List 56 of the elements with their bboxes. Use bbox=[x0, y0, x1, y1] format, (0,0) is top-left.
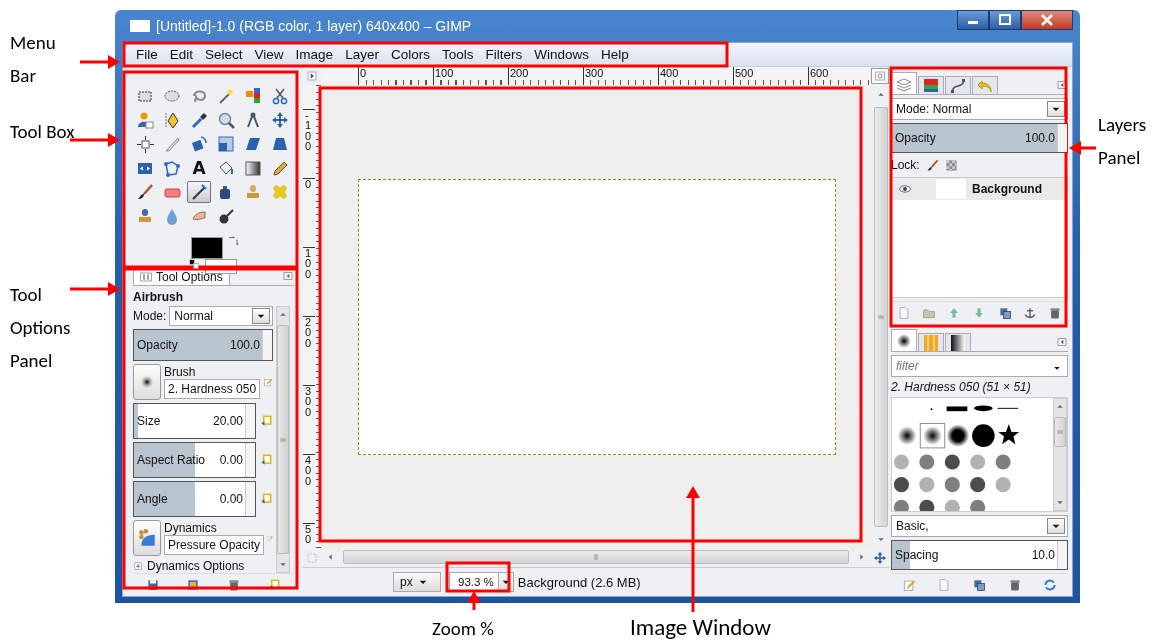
ruler-label: -100 bbox=[305, 110, 312, 152]
layer-name: Background bbox=[972, 182, 1042, 196]
ruler-label: 400 bbox=[305, 455, 312, 487]
menu-item[interactable]: Layer bbox=[344, 47, 380, 62]
mode-dropdown[interactable]: Mode: Normal bbox=[891, 98, 1068, 120]
ruler-label: 300 bbox=[585, 67, 604, 79]
ruler-label: 0 bbox=[360, 67, 367, 79]
tag-dropdown[interactable]: Basic, bbox=[891, 515, 1068, 537]
brush-name: 2. Hardness 050 (51 × 51) bbox=[891, 380, 1032, 394]
menu-item[interactable]: Colors bbox=[389, 47, 431, 62]
menu-item[interactable]: Edit bbox=[168, 47, 195, 62]
tool-name: Airbrush bbox=[133, 290, 184, 304]
filter-field[interactable]: filter bbox=[891, 355, 1068, 377]
menu-item[interactable]: File bbox=[135, 47, 159, 62]
ruler-label: 400 bbox=[660, 67, 679, 79]
window-title: [Untitled]-1.0 (RGB color, 1 layer) 640x400 – GIMP bbox=[156, 18, 473, 34]
dynamics-field[interactable]: Pressure Opacity bbox=[164, 535, 265, 555]
ruler-label: 500 bbox=[735, 67, 754, 79]
slider[interactable]: Aspect Ratio 0.00 bbox=[133, 442, 256, 478]
brush-field[interactable]: 2. Hardness 050 bbox=[164, 379, 261, 399]
ruler-label: 50 bbox=[305, 524, 312, 545]
layer-row[interactable]: Background bbox=[892, 178, 1067, 200]
ruler-label: 600 bbox=[810, 67, 829, 79]
ruler-label: 100 bbox=[305, 248, 312, 280]
mode-label: Mode: bbox=[133, 309, 167, 323]
opacity-slider[interactable]: Opacity 100.0 bbox=[133, 329, 273, 361]
field-label: Brush bbox=[164, 365, 197, 379]
callout-label: Image Window bbox=[630, 613, 772, 641]
ruler-label: 200 bbox=[510, 67, 529, 79]
menu-item[interactable]: Windows bbox=[533, 47, 590, 62]
menu-item[interactable]: Filters bbox=[484, 47, 524, 62]
callout-label: Tool Box bbox=[10, 119, 76, 145]
opacity-slider[interactable]: Opacity 100.0 bbox=[891, 123, 1068, 153]
menu-item[interactable]: Tools bbox=[440, 47, 475, 62]
ruler-label: 200 bbox=[305, 317, 312, 349]
menu-item[interactable]: View bbox=[253, 47, 285, 62]
callout-label: Layers Panel bbox=[1098, 112, 1148, 171]
mode-dropdown[interactable]: Normal bbox=[169, 306, 273, 326]
callout-label: Menu Bar bbox=[10, 30, 57, 89]
ruler-label: 0 bbox=[305, 179, 312, 190]
spacing-slider[interactable]: Spacing 10.0 bbox=[891, 540, 1068, 570]
expander-label[interactable]: Dynamics Options bbox=[147, 559, 245, 573]
status-text: Background (2.6 MB) bbox=[517, 574, 641, 590]
menu-item[interactable]: Help bbox=[599, 47, 630, 62]
slider[interactable]: Angle 0.00 bbox=[133, 481, 256, 517]
menu-item[interactable]: Select bbox=[204, 47, 244, 62]
lock-label: Lock: bbox=[891, 158, 920, 172]
text-tool-button[interactable]: A bbox=[187, 157, 211, 179]
slider[interactable]: Size 20.00 bbox=[133, 403, 256, 439]
ruler-label: 300 bbox=[305, 386, 312, 418]
menu-item[interactable]: Image bbox=[294, 47, 335, 62]
field-label: Dynamics bbox=[164, 521, 218, 535]
callout-label: Zoom % bbox=[432, 616, 495, 642]
callout-label: Tool Options Panel bbox=[10, 282, 72, 374]
unit-dropdown[interactable]: px bbox=[393, 572, 441, 592]
ruler-label: 100 bbox=[435, 67, 454, 79]
